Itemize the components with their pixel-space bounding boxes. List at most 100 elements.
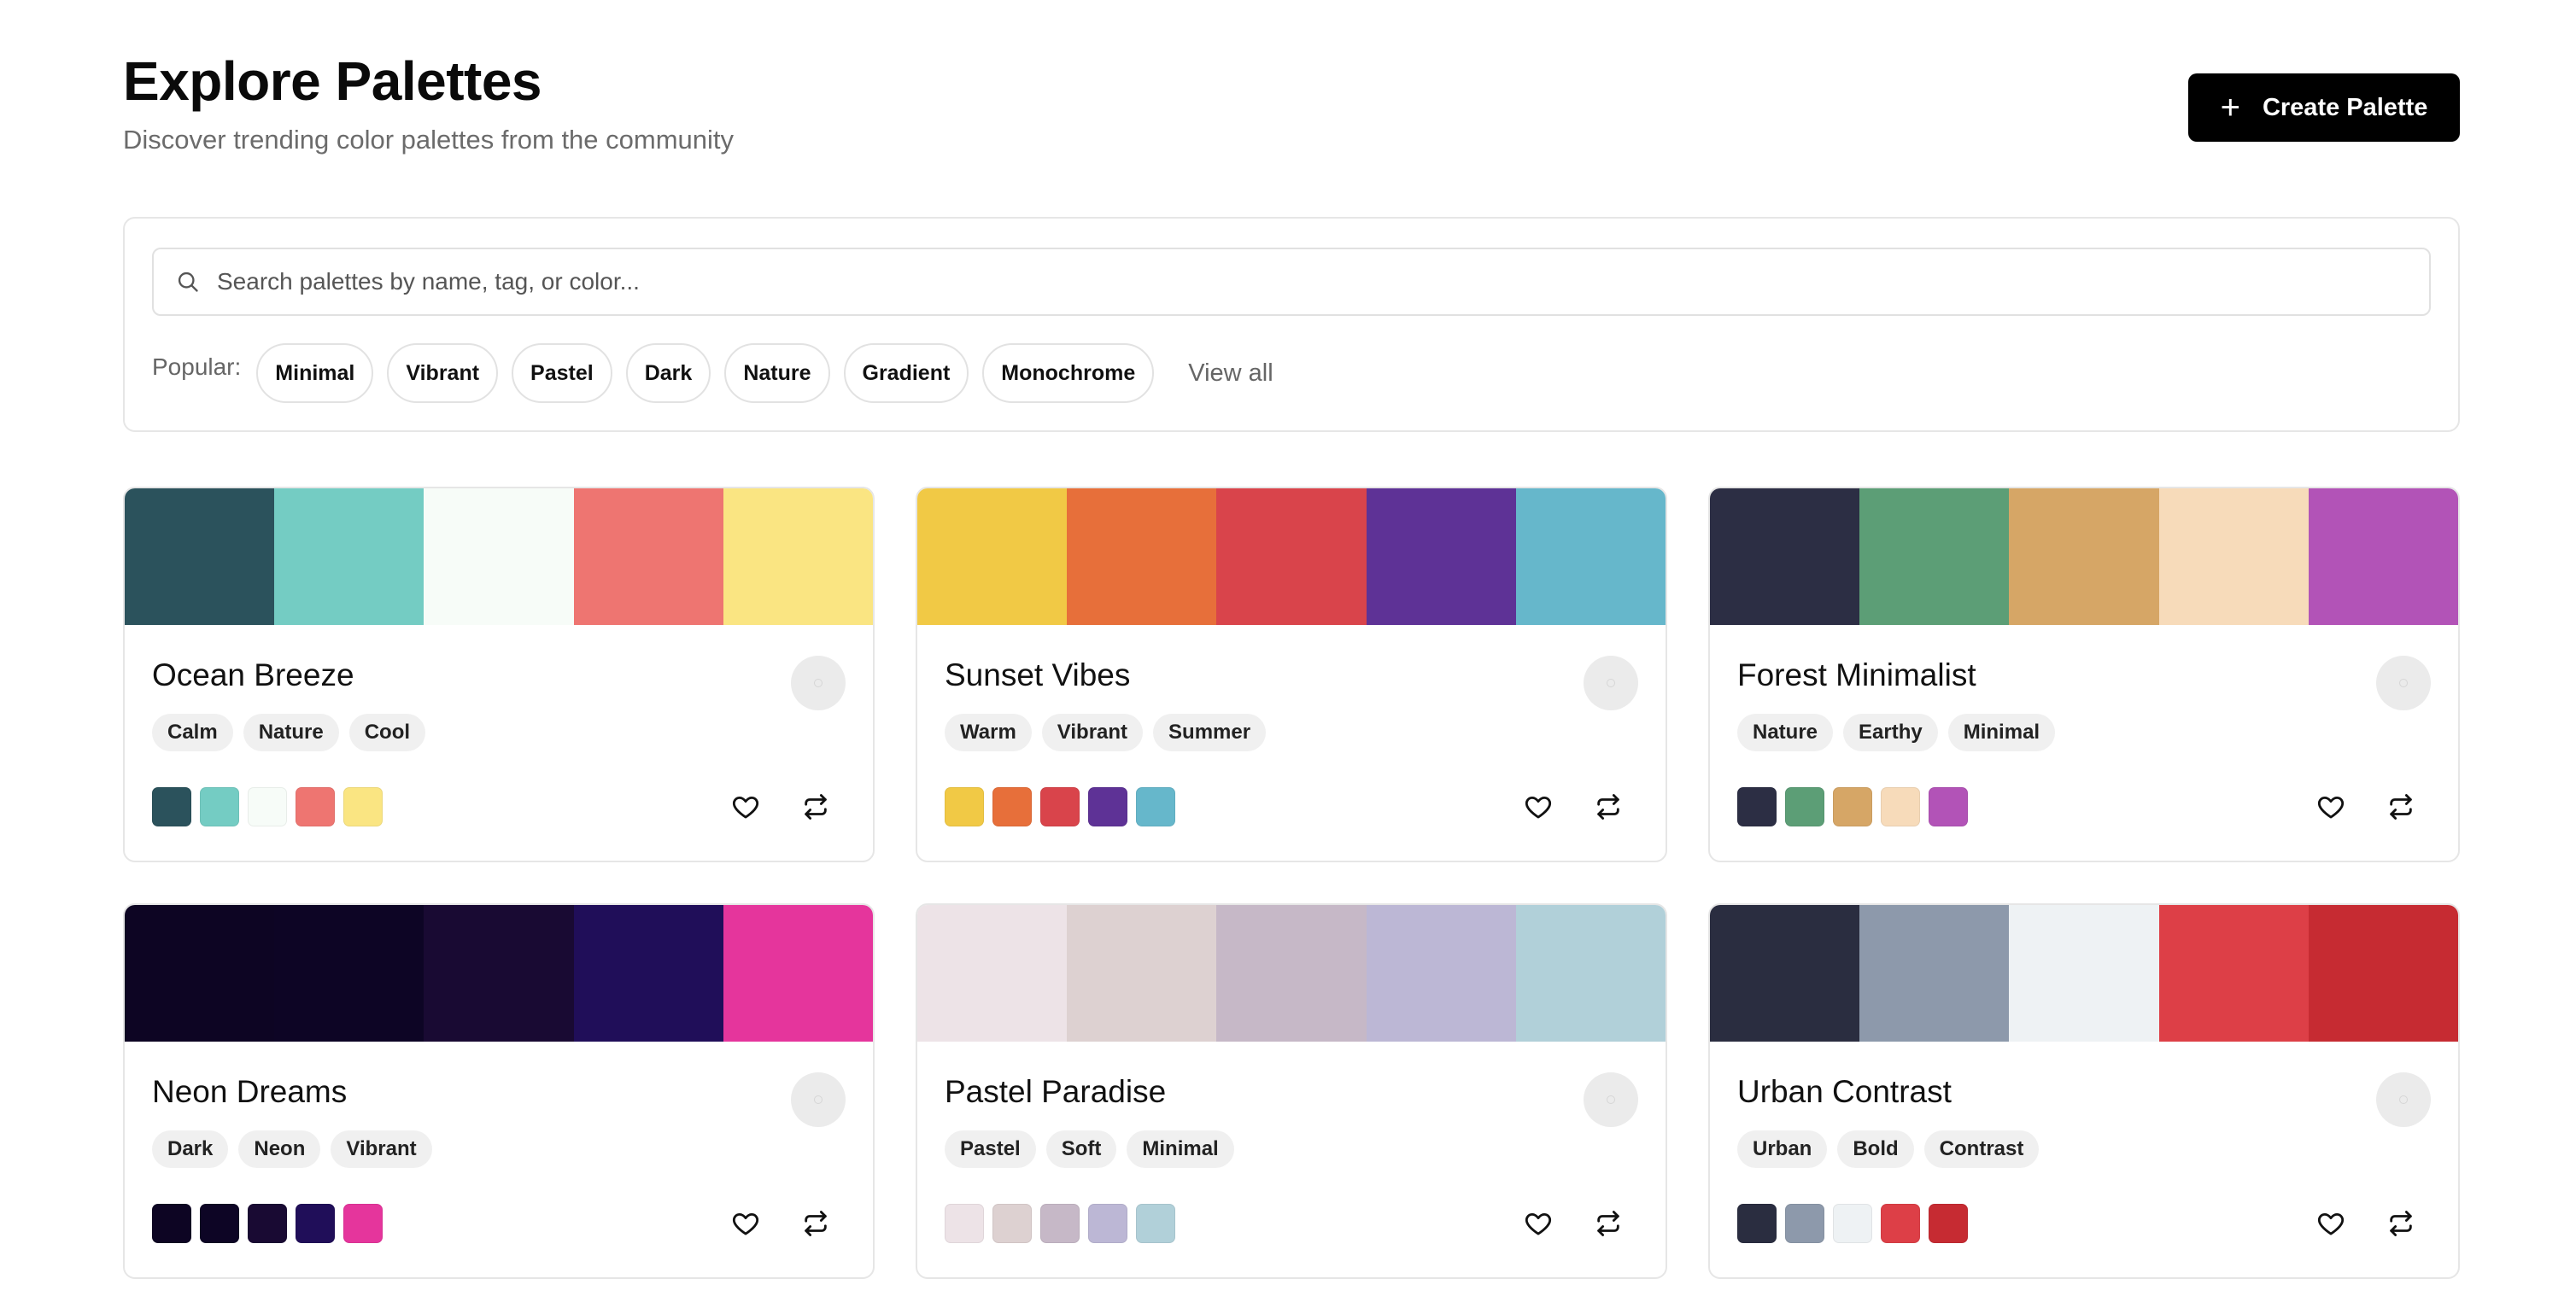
chip-nature[interactable]: Nature — [724, 343, 830, 403]
like-button[interactable] — [2315, 787, 2347, 826]
color-swatch[interactable] — [1710, 905, 1860, 1042]
mini-color-swatch[interactable] — [296, 787, 335, 826]
palette-tag[interactable]: Earthy — [1843, 714, 1938, 751]
chip-minimal[interactable]: Minimal — [256, 343, 374, 403]
mini-color-swatch[interactable] — [1881, 1204, 1920, 1243]
like-button[interactable] — [729, 787, 762, 826]
color-swatch[interactable] — [125, 488, 275, 625]
color-swatch[interactable] — [2158, 488, 2309, 625]
color-swatch[interactable] — [1859, 905, 2010, 1042]
palette-card[interactable]: Sunset Vibes Warm Vibrant Summer — [916, 487, 1667, 862]
color-swatch[interactable] — [917, 905, 1068, 1042]
palette-tag[interactable]: Contrast — [1923, 1130, 2040, 1168]
palette-tag[interactable]: Calm — [152, 714, 233, 751]
mini-color-swatch[interactable] — [1040, 1204, 1080, 1243]
mini-color-swatch[interactable] — [296, 1204, 335, 1243]
palette-tag[interactable]: Summer — [1153, 714, 1267, 751]
palette-tag[interactable]: Soft — [1045, 1130, 1117, 1168]
palette-card[interactable]: Urban Contrast Urban Bold Contrast — [1708, 903, 2460, 1279]
mini-color-swatch[interactable] — [1833, 1204, 1872, 1243]
color-swatch[interactable] — [424, 905, 574, 1042]
mini-color-swatch[interactable] — [1136, 787, 1175, 826]
mini-color-swatch[interactable] — [992, 787, 1032, 826]
palette-menu-button[interactable] — [1584, 1072, 1638, 1127]
palette-card[interactable]: Neon Dreams Dark Neon Vibrant — [123, 903, 875, 1279]
palette-tag[interactable]: Bold — [1837, 1130, 1914, 1168]
color-swatch[interactable] — [2308, 905, 2458, 1042]
remix-button[interactable] — [799, 787, 832, 826]
mini-color-swatch[interactable] — [1929, 787, 1968, 826]
mini-color-swatch[interactable] — [152, 1204, 191, 1243]
chip-vibrant[interactable]: Vibrant — [387, 343, 499, 403]
mini-color-swatch[interactable] — [1881, 787, 1920, 826]
remix-button[interactable] — [799, 1204, 832, 1243]
color-swatch[interactable] — [125, 905, 275, 1042]
like-button[interactable] — [1522, 787, 1554, 826]
color-swatch[interactable] — [1515, 488, 1666, 625]
mini-color-swatch[interactable] — [1737, 787, 1777, 826]
color-swatch[interactable] — [723, 905, 873, 1042]
search-input[interactable] — [217, 249, 2429, 314]
like-button[interactable] — [729, 1204, 762, 1243]
palette-tag[interactable]: Urban — [1737, 1130, 1828, 1168]
remix-button[interactable] — [2385, 1204, 2417, 1243]
like-button[interactable] — [1522, 1204, 1554, 1243]
color-swatch[interactable] — [2308, 488, 2458, 625]
palette-tag[interactable]: Nature — [243, 714, 339, 751]
color-swatch[interactable] — [917, 488, 1068, 625]
palette-card[interactable]: Pastel Paradise Pastel Soft Minimal — [916, 903, 1667, 1279]
palette-card[interactable]: Forest Minimalist Nature Earthy Minimal — [1708, 487, 2460, 862]
search-box[interactable] — [152, 248, 2431, 316]
palette-menu-button[interactable] — [791, 1072, 846, 1127]
mini-color-swatch[interactable] — [1088, 1204, 1127, 1243]
mini-color-swatch[interactable] — [1833, 787, 1872, 826]
like-button[interactable] — [2315, 1204, 2347, 1243]
palette-menu-button[interactable] — [791, 656, 846, 710]
mini-color-swatch[interactable] — [1785, 1204, 1824, 1243]
color-swatch[interactable] — [723, 488, 873, 625]
palette-tag[interactable]: Vibrant — [331, 1130, 432, 1168]
mini-color-swatch[interactable] — [992, 1204, 1032, 1243]
color-swatch[interactable] — [1216, 488, 1367, 625]
mini-color-swatch[interactable] — [1136, 1204, 1175, 1243]
mini-color-swatch[interactable] — [945, 1204, 984, 1243]
color-swatch[interactable] — [1515, 905, 1666, 1042]
color-swatch[interactable] — [274, 905, 424, 1042]
palette-tag[interactable]: Minimal — [1127, 1130, 1234, 1168]
chip-dark[interactable]: Dark — [625, 343, 711, 403]
mini-color-swatch[interactable] — [1929, 1204, 1968, 1243]
palette-tag[interactable]: Warm — [945, 714, 1032, 751]
mini-color-swatch[interactable] — [343, 787, 383, 826]
color-swatch[interactable] — [274, 488, 424, 625]
mini-color-swatch[interactable] — [945, 787, 984, 826]
color-swatch[interactable] — [573, 905, 723, 1042]
color-swatch[interactable] — [2009, 905, 2159, 1042]
color-swatch[interactable] — [1366, 905, 1516, 1042]
color-swatch[interactable] — [1366, 488, 1516, 625]
mini-color-swatch[interactable] — [343, 1204, 383, 1243]
palette-tag[interactable]: Dark — [152, 1130, 229, 1168]
color-swatch[interactable] — [424, 488, 574, 625]
color-swatch[interactable] — [1710, 488, 1860, 625]
remix-button[interactable] — [1592, 787, 1625, 826]
mini-color-swatch[interactable] — [248, 787, 287, 826]
color-swatch[interactable] — [2009, 488, 2159, 625]
chip-gradient[interactable]: Gradient — [843, 343, 969, 403]
mini-color-swatch[interactable] — [1785, 787, 1824, 826]
chip-monochrome[interactable]: Monochrome — [982, 343, 1155, 403]
color-swatch[interactable] — [1216, 905, 1367, 1042]
palette-tag[interactable]: Vibrant — [1041, 714, 1144, 751]
color-swatch[interactable] — [1067, 488, 1217, 625]
mini-color-swatch[interactable] — [200, 787, 239, 826]
palette-tag[interactable]: Nature — [1737, 714, 1834, 751]
mini-color-swatch[interactable] — [1737, 1204, 1777, 1243]
palette-menu-button[interactable] — [1584, 656, 1638, 710]
color-swatch[interactable] — [573, 488, 723, 625]
color-swatch[interactable] — [2158, 905, 2309, 1042]
palette-tag[interactable]: Minimal — [1947, 714, 2056, 751]
remix-button[interactable] — [2385, 787, 2417, 826]
mini-color-swatch[interactable] — [152, 787, 191, 826]
view-all-link[interactable]: View all — [1188, 359, 1273, 388]
palette-card[interactable]: Ocean Breeze Calm Nature Cool — [123, 487, 875, 862]
palette-menu-button[interactable] — [2376, 656, 2431, 710]
